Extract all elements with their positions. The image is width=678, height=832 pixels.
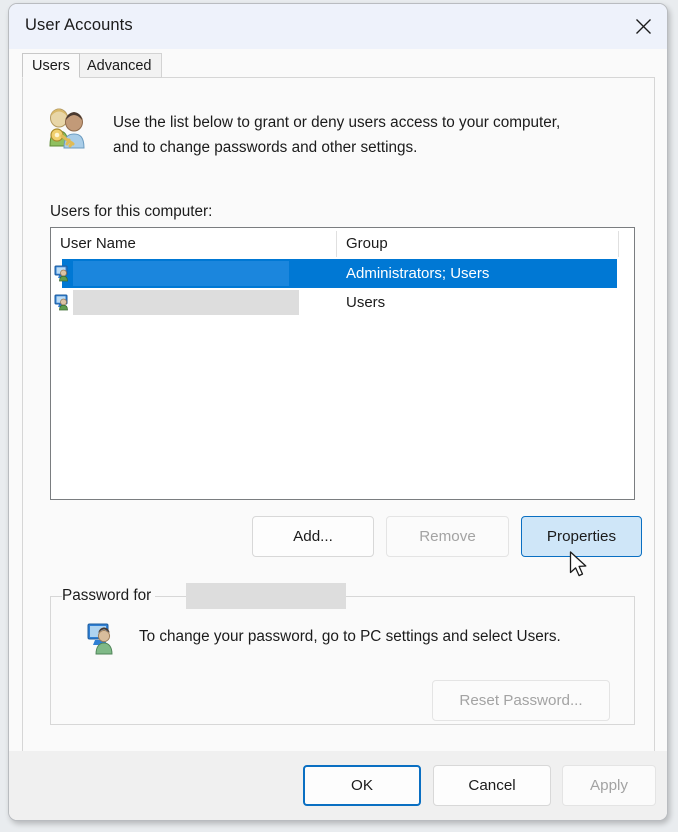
user-monitor-icon: [87, 621, 121, 655]
remove-button[interactable]: Remove: [386, 516, 509, 557]
apply-button[interactable]: Apply: [562, 765, 656, 806]
cell-group: Administrators; Users: [346, 265, 490, 282]
tab-users-label: Users: [32, 57, 70, 74]
table-row[interactable]: Users: [51, 288, 634, 317]
remove-button-label: Remove: [419, 528, 476, 545]
password-group-box: To change your password, go to PC settin…: [50, 596, 635, 725]
window-title: User Accounts: [25, 16, 133, 34]
cancel-button-label: Cancel: [468, 777, 516, 794]
tab-advanced[interactable]: Advanced: [77, 53, 162, 78]
tab-users[interactable]: Users: [22, 53, 80, 78]
cell-group: Users: [346, 294, 386, 311]
ok-button-label: OK: [351, 777, 373, 794]
properties-button[interactable]: Properties: [521, 516, 642, 557]
column-header-group-label: Group: [346, 235, 388, 252]
add-button[interactable]: Add...: [252, 516, 374, 557]
password-group-title-label: Password for: [62, 587, 152, 604]
properties-button-label: Properties: [546, 528, 617, 545]
column-header-group[interactable]: Group: [337, 228, 618, 259]
tab-advanced-label: Advanced: [87, 57, 152, 74]
dialog-button-bar: OK Cancel Apply: [9, 751, 667, 820]
cancel-button[interactable]: Cancel: [433, 765, 551, 806]
close-icon: [635, 18, 652, 35]
intro-line-1: Use the list below to grant or deny user…: [113, 114, 561, 131]
password-group-title: Password for: [62, 586, 156, 606]
tab-strip: Users Advanced: [9, 49, 667, 78]
user-account-icon: [54, 293, 72, 311]
apply-button-label: Apply: [590, 777, 628, 794]
users-list-view[interactable]: User Name Group Administrators; Users Us…: [50, 227, 635, 500]
reset-password-button[interactable]: Reset Password...: [432, 680, 610, 721]
column-header-user-name[interactable]: User Name: [51, 228, 336, 259]
user-name-redacted: [73, 290, 299, 315]
password-description: To change your password, go to PC settin…: [139, 628, 561, 645]
password-for-user-redacted: [186, 583, 346, 609]
column-header-user-name-label: User Name: [60, 235, 136, 252]
list-header-row: User Name Group: [51, 228, 634, 260]
users-list-label: Users for this computer:: [50, 203, 213, 220]
close-button[interactable]: [619, 4, 667, 49]
users-key-icon: [42, 104, 88, 150]
users-tab-panel: Use the list below to grant or deny user…: [22, 77, 655, 752]
table-row[interactable]: Administrators; Users: [51, 259, 634, 288]
user-account-icon: [54, 264, 72, 282]
intro-line-2: and to change passwords and other settin…: [113, 139, 418, 156]
ok-button[interactable]: OK: [303, 765, 421, 806]
reset-password-button-label: Reset Password...: [459, 692, 583, 709]
user-name-redacted: [73, 261, 289, 286]
title-bar: User Accounts: [9, 4, 667, 49]
intro-text: Use the list below to grant or deny user…: [113, 110, 633, 160]
column-separator-2[interactable]: [618, 231, 619, 257]
add-button-label: Add...: [293, 528, 333, 545]
user-accounts-dialog: User Accounts Users Advanced Use the lis…: [8, 3, 668, 821]
